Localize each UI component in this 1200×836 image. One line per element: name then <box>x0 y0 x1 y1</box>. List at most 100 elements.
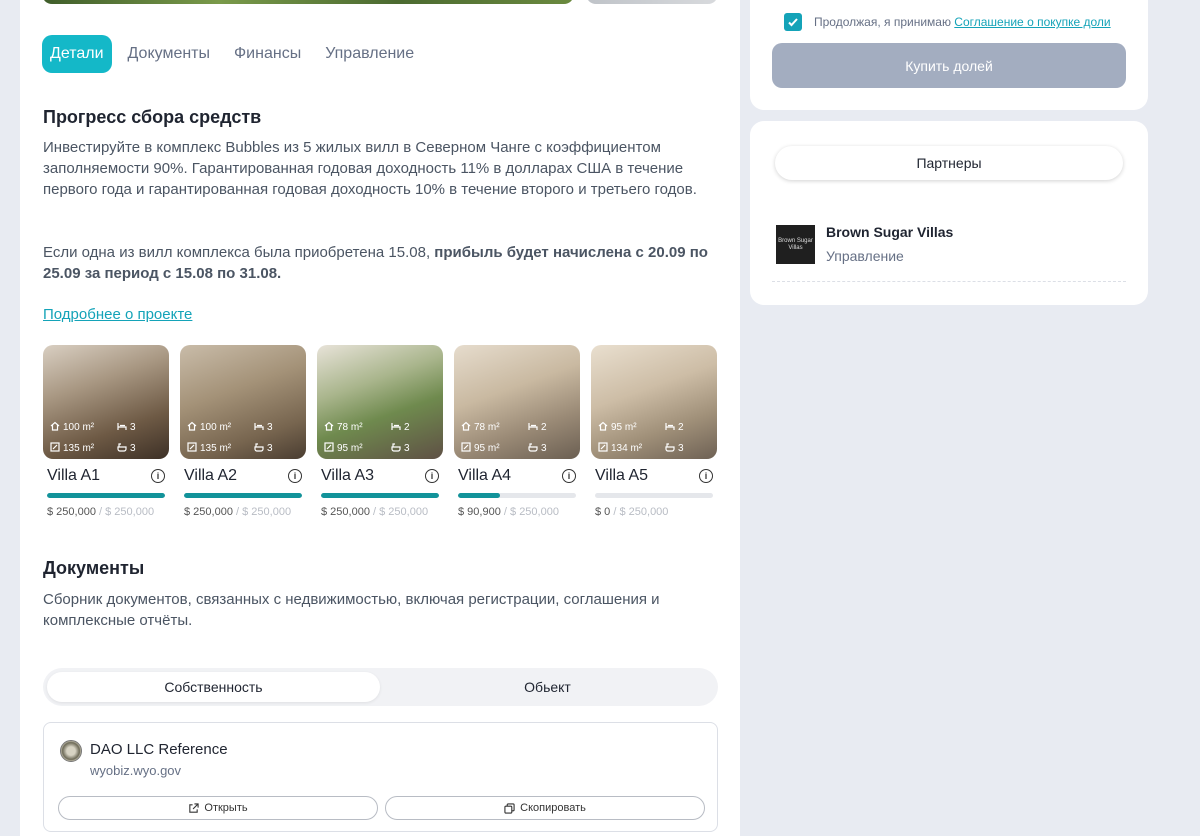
villa-name-row: Villa A4 i <box>454 467 580 485</box>
bed-icon <box>254 421 264 434</box>
buy-share-button[interactable]: Купить долей <box>772 43 1126 88</box>
villa-beds: 2 <box>404 422 410 433</box>
funding-progress-bar <box>458 493 576 498</box>
villa-stat-beds: 2 <box>391 421 410 434</box>
villa-stat-baths: 3 <box>528 442 547 455</box>
segment-ownership[interactable]: Собственность <box>47 672 380 702</box>
copy-icon <box>504 802 515 814</box>
partner-logo: Brown Sugar Villas <box>776 225 815 264</box>
villa-area-top: 95 m² <box>611 422 637 433</box>
villa-beds: 2 <box>541 422 547 433</box>
info-icon[interactable]: i <box>425 469 439 483</box>
villa-card[interactable]: 100 m² 3 135 m² 3 Villa A1 i $ 250,000 /… <box>43 345 169 518</box>
hero-image-thumb[interactable] <box>586 0 718 4</box>
house-icon <box>187 421 197 434</box>
agree-checkbox[interactable] <box>784 13 802 31</box>
partner-name[interactable]: Brown Sugar Villas <box>826 224 953 240</box>
goal-amount: $ 250,000 <box>619 506 669 518</box>
villa-name[interactable]: Villa A1 <box>47 467 100 485</box>
raised-amount: $ 250,000 <box>47 506 96 518</box>
divider <box>772 281 1126 282</box>
villa-card[interactable]: 100 m² 3 135 m² 3 Villa A2 i $ 250,000 /… <box>180 345 306 518</box>
goal-amount: $ 250,000 <box>379 506 429 518</box>
villa-photo[interactable]: 100 m² 3 135 m² 3 <box>180 345 306 459</box>
villa-stat-baths: 3 <box>117 442 136 455</box>
copy-link-label: Скопировать <box>520 802 586 814</box>
house-icon <box>598 421 608 434</box>
house-icon <box>324 421 334 434</box>
partner-role: Управление <box>826 248 904 264</box>
villa-area-bottom: 134 m² <box>611 443 643 454</box>
villa-card[interactable]: 78 m² 2 95 m² 3 Villa A3 i $ 250,000 / $… <box>317 345 443 518</box>
funding-amounts: $ 90,900 / $ 250,000 <box>458 506 559 518</box>
document-card: DAO LLC Reference wyobiz.wyo.gov Открыть… <box>43 722 718 832</box>
funding-progress-fill <box>458 493 501 498</box>
villa-stat-area-top: 78 m² <box>461 421 500 434</box>
segment-object[interactable]: Обьект <box>381 672 714 702</box>
villa-name[interactable]: Villa A4 <box>458 467 511 485</box>
villa-area-top: 100 m² <box>63 422 95 433</box>
villa-photo[interactable]: 95 m² 2 134 m² 3 <box>591 345 717 459</box>
raised-amount: $ 250,000 <box>184 506 233 518</box>
more-about-project-link[interactable]: Подробнее о проекте <box>43 306 192 323</box>
villa-stat-baths: 3 <box>665 442 684 455</box>
villa-name[interactable]: Villa A2 <box>184 467 237 485</box>
wyoming-seal-icon <box>60 740 82 762</box>
documents-title: Документы <box>43 558 145 578</box>
bed-icon <box>391 421 401 434</box>
partners-tab[interactable]: Партнеры <box>775 146 1123 180</box>
tab-management[interactable]: Управление <box>317 35 422 73</box>
goal-amount: $ 250,000 <box>510 506 559 518</box>
villa-list: 100 m² 3 135 m² 3 Villa A1 i $ 250,000 /… <box>43 345 717 518</box>
villa-card[interactable]: 95 m² 2 134 m² 3 Villa A5 i $ 0 / $ 250,… <box>591 345 717 518</box>
hero-image-main[interactable] <box>42 0 574 4</box>
tab-finance[interactable]: Финансы <box>226 35 309 73</box>
villa-stat-area-bottom: 135 m² <box>187 442 231 455</box>
documents-description: Сборник документов, связанных с недвижим… <box>43 591 660 629</box>
villa-name[interactable]: Villa A5 <box>595 467 648 485</box>
area-icon <box>324 442 334 455</box>
villa-photo[interactable]: 100 m² 3 135 m² 3 <box>43 345 169 459</box>
villa-baths: 3 <box>130 443 136 454</box>
info-icon[interactable]: i <box>699 469 713 483</box>
villa-baths: 3 <box>267 443 273 454</box>
villa-beds: 2 <box>678 422 684 433</box>
villa-stat-area-bottom: 134 m² <box>598 442 642 455</box>
partner-logo-line2: Villas <box>788 244 803 251</box>
info-icon[interactable]: i <box>288 469 302 483</box>
villa-name[interactable]: Villa A3 <box>321 467 374 485</box>
tab-details[interactable]: Детали <box>42 35 112 73</box>
share-purchase-agreement-link[interactable]: Соглашение о покупке доли <box>954 15 1110 29</box>
villa-photo[interactable]: 78 m² 2 95 m² 3 <box>454 345 580 459</box>
funding-amounts: $ 0 / $ 250,000 <box>595 506 669 518</box>
funding-progress-fill <box>47 493 165 498</box>
open-document-button[interactable]: Открыть <box>58 796 378 820</box>
villa-area-top: 78 m² <box>337 422 363 433</box>
villa-name-row: Villa A3 i <box>317 467 443 485</box>
villa-stat-area-bottom: 135 m² <box>50 442 94 455</box>
goal-amount: $ 250,000 <box>242 506 292 518</box>
bath-icon <box>665 442 675 455</box>
villa-baths: 3 <box>404 443 410 454</box>
area-icon <box>598 442 608 455</box>
funding-progress-bar <box>595 493 713 498</box>
villa-card[interactable]: 78 m² 2 95 m² 3 Villa A4 i $ 90,900 / $ … <box>454 345 580 518</box>
villa-stat-beds: 3 <box>117 421 136 434</box>
bed-icon <box>528 421 538 434</box>
villa-area-top: 78 m² <box>474 422 500 433</box>
villa-beds: 3 <box>267 422 273 433</box>
tab-documents[interactable]: Документы <box>120 35 218 73</box>
villa-name-row: Villa A2 i <box>180 467 306 485</box>
villa-stat-area-top: 100 m² <box>50 421 94 434</box>
open-document-label: Открыть <box>204 802 248 814</box>
copy-link-button[interactable]: Скопировать <box>385 796 705 820</box>
info-icon[interactable]: i <box>562 469 576 483</box>
villa-photo[interactable]: 78 m² 2 95 m² 3 <box>317 345 443 459</box>
villa-area-top: 100 m² <box>200 422 232 433</box>
bath-icon <box>391 442 401 455</box>
villa-stat-area-top: 78 m² <box>324 421 363 434</box>
villa-stat-baths: 3 <box>391 442 410 455</box>
villa-stat-area-bottom: 95 m² <box>461 442 500 455</box>
info-icon[interactable]: i <box>151 469 165 483</box>
villa-baths: 3 <box>541 443 547 454</box>
